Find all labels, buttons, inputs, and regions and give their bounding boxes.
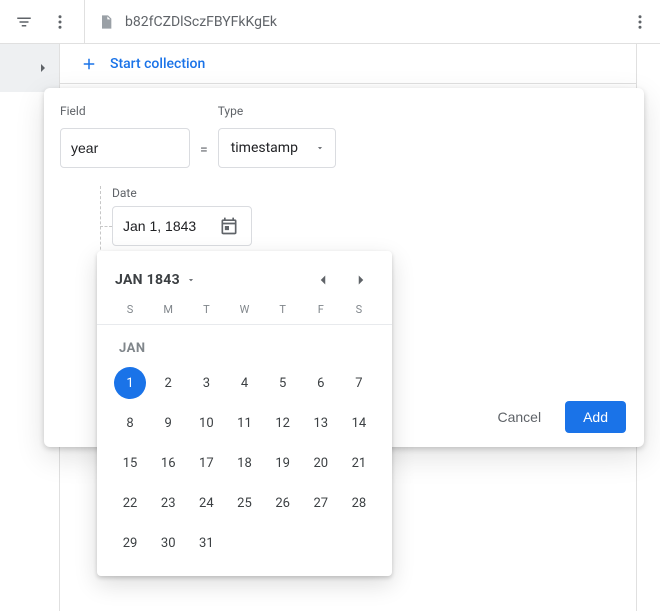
day-29[interactable]: 29 bbox=[111, 526, 149, 560]
day-15[interactable]: 15 bbox=[111, 446, 149, 480]
day-of-week-header: S M T W T F S bbox=[109, 303, 380, 324]
cancel-button[interactable]: Cancel bbox=[487, 401, 551, 433]
dow: F bbox=[302, 303, 340, 316]
date-input[interactable] bbox=[112, 206, 252, 246]
day-24[interactable]: 24 bbox=[187, 486, 225, 520]
day-22[interactable]: 22 bbox=[111, 486, 149, 520]
day-28[interactable]: 28 bbox=[340, 486, 378, 520]
day-10[interactable]: 10 bbox=[187, 406, 225, 440]
date-label: Date bbox=[112, 186, 644, 200]
type-select[interactable]: timestamp bbox=[218, 128, 336, 168]
field-name-input[interactable] bbox=[60, 128, 190, 168]
dow: S bbox=[340, 303, 378, 316]
dow: M bbox=[149, 303, 187, 316]
rail-item-selected[interactable] bbox=[0, 44, 59, 92]
day-25[interactable]: 25 bbox=[225, 486, 263, 520]
calendar-month-label: JAN bbox=[109, 333, 380, 366]
chevron-right-icon bbox=[35, 60, 51, 76]
dow: T bbox=[264, 303, 302, 316]
date-picker-popover: JAN 1843 S M T W T F S JAN 1234567891011… bbox=[97, 251, 392, 576]
day-1[interactable]: 1 bbox=[111, 366, 149, 400]
equals-sign: = bbox=[200, 142, 208, 168]
start-collection-label: Start collection bbox=[110, 56, 205, 72]
day-16[interactable]: 16 bbox=[149, 446, 187, 480]
day-17[interactable]: 17 bbox=[187, 446, 225, 480]
cancel-label: Cancel bbox=[497, 409, 541, 425]
more-vert-icon[interactable] bbox=[44, 6, 76, 38]
filter-list-icon[interactable] bbox=[8, 6, 40, 38]
caret-down-icon bbox=[315, 143, 325, 153]
day-13[interactable]: 13 bbox=[302, 406, 340, 440]
day-23[interactable]: 23 bbox=[149, 486, 187, 520]
day-12[interactable]: 12 bbox=[264, 406, 302, 440]
day-20[interactable]: 20 bbox=[302, 446, 340, 480]
type-select-value: timestamp bbox=[231, 140, 298, 156]
dow: W bbox=[225, 303, 263, 316]
day-19[interactable]: 19 bbox=[264, 446, 302, 480]
day-2[interactable]: 2 bbox=[149, 366, 187, 400]
day-3[interactable]: 3 bbox=[187, 366, 225, 400]
field-label: Field bbox=[60, 104, 190, 118]
day-26[interactable]: 26 bbox=[264, 486, 302, 520]
caret-down-icon bbox=[186, 275, 196, 285]
day-18[interactable]: 18 bbox=[225, 446, 263, 480]
document-chip[interactable]: b82fCZDlSczFBYFkKgEk bbox=[85, 13, 289, 31]
calendar-grid: 1234567891011121314151617181920212223242… bbox=[109, 366, 380, 560]
dow: T bbox=[187, 303, 225, 316]
date-text-input[interactable] bbox=[123, 218, 213, 234]
plus-icon bbox=[80, 55, 98, 73]
prev-month-button[interactable] bbox=[310, 267, 336, 293]
add-label: Add bbox=[583, 409, 608, 425]
day-21[interactable]: 21 bbox=[340, 446, 378, 480]
type-label: Type bbox=[218, 104, 336, 118]
day-11[interactable]: 11 bbox=[225, 406, 263, 440]
more-vert-right-icon[interactable] bbox=[624, 6, 656, 38]
calendar-icon[interactable] bbox=[219, 216, 239, 236]
day-4[interactable]: 4 bbox=[225, 366, 263, 400]
dow: S bbox=[111, 303, 149, 316]
day-14[interactable]: 14 bbox=[340, 406, 378, 440]
day-27[interactable]: 27 bbox=[302, 486, 340, 520]
add-button[interactable]: Add bbox=[565, 401, 626, 433]
document-id: b82fCZDlSczFBYFkKgEk bbox=[125, 14, 277, 30]
next-month-button[interactable] bbox=[348, 267, 374, 293]
day-8[interactable]: 8 bbox=[111, 406, 149, 440]
day-5[interactable]: 5 bbox=[264, 366, 302, 400]
day-31[interactable]: 31 bbox=[187, 526, 225, 560]
day-9[interactable]: 9 bbox=[149, 406, 187, 440]
day-30[interactable]: 30 bbox=[149, 526, 187, 560]
day-7[interactable]: 7 bbox=[340, 366, 378, 400]
day-6[interactable]: 6 bbox=[302, 366, 340, 400]
calendar-title: JAN 1843 bbox=[115, 272, 180, 288]
start-collection-button[interactable]: Start collection bbox=[60, 44, 636, 84]
document-icon bbox=[97, 13, 115, 31]
calendar-month-year-button[interactable]: JAN 1843 bbox=[115, 272, 196, 288]
